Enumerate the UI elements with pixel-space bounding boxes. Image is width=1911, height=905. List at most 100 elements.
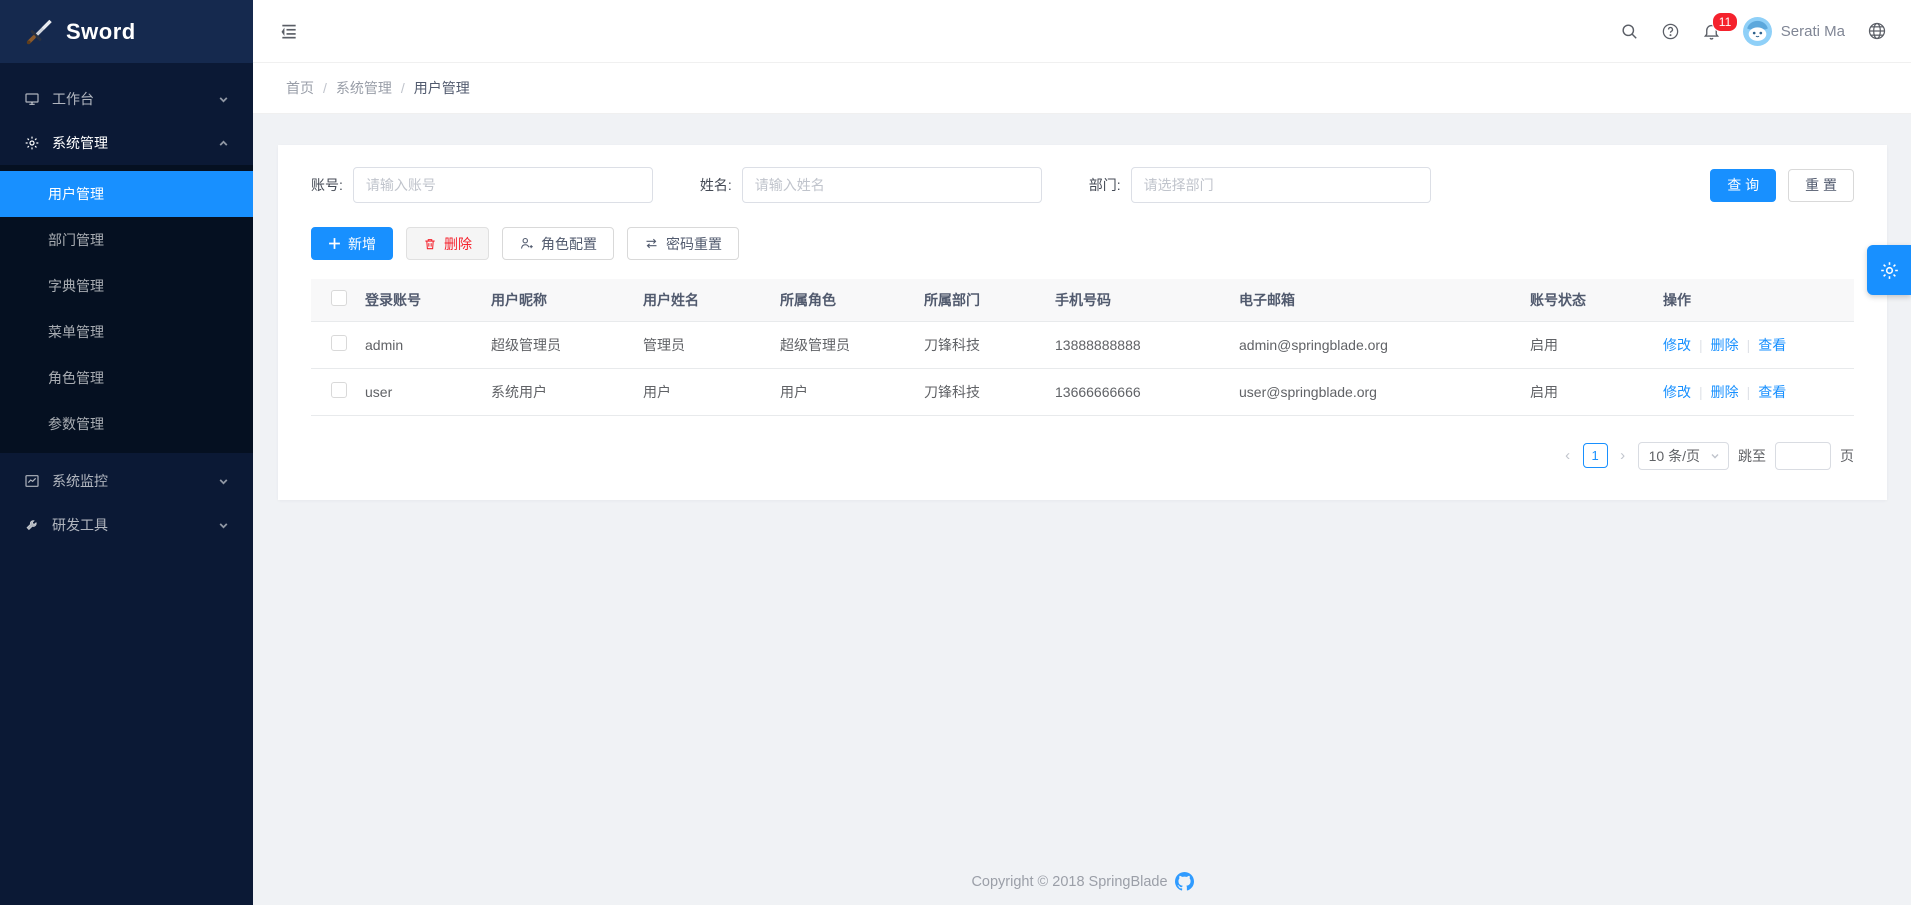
sidebar-item-role-mgmt[interactable]: 角色管理 [0,355,253,401]
cell-name: 管理员 [637,321,774,368]
row-checkbox[interactable] [331,335,347,351]
breadcrumb-separator: / [401,80,405,96]
sidebar-item-monitor[interactable]: 系统监控 [0,459,253,503]
chevron-down-icon [218,520,229,531]
sidebar-item-menu-mgmt[interactable]: 菜单管理 [0,309,253,355]
delete-link[interactable]: 删除 [1711,384,1739,400]
cell-email: admin@springblade.org [1233,321,1524,368]
cell-nickname: 超级管理员 [485,321,637,368]
col-login-account: 登录账号 [359,279,485,321]
github-icon[interactable] [1175,872,1194,891]
name-group: 姓名: [700,167,1042,203]
chevron-down-icon [1710,451,1720,461]
col-actions: 操作 [1657,279,1854,321]
search-button[interactable]: 查 询 [1710,169,1776,202]
edit-link[interactable]: 修改 [1663,384,1691,400]
breadcrumb-system-mgmt[interactable]: 系统管理 [336,78,392,98]
jump-page-input[interactable] [1775,442,1831,470]
app-logo[interactable]: Sword [0,0,253,63]
pagination: ‹ 1 › 10 条/页 跳至 页 [311,442,1854,470]
col-role: 所属角色 [774,279,918,321]
table-row: admin 超级管理员 管理员 超级管理员 刀锋科技 13888888888 a… [311,321,1854,368]
chevron-up-icon [218,138,229,149]
col-nickname: 用户昵称 [485,279,637,321]
search-form: 账号: 姓名: 部门: 查 询 重 置 [311,167,1854,203]
sidebar-item-dept-mgmt[interactable]: 部门管理 [0,217,253,263]
breadcrumb-current: 用户管理 [414,78,470,98]
user-name: Serati Ma [1781,23,1845,40]
col-user-name: 用户姓名 [637,279,774,321]
sidebar-item-user-mgmt[interactable]: 用户管理 [0,171,253,217]
menu-fold-icon[interactable] [279,21,299,41]
page-size-select[interactable]: 10 条/页 [1638,442,1729,470]
page-number[interactable]: 1 [1583,443,1608,468]
name-label: 姓名: [700,175,732,195]
page-footer: Copyright © 2018 SpringBlade [278,862,1887,905]
sidebar-item-dict-mgmt[interactable]: 字典管理 [0,263,253,309]
name-input[interactable] [742,167,1042,203]
breadcrumb-home[interactable]: 首页 [286,78,314,98]
view-link[interactable]: 查看 [1758,384,1786,400]
sword-dagger-icon [24,17,54,47]
role-config-button[interactable]: 角色配置 [502,227,614,260]
sidebar-item-dev-tools[interactable]: 研发工具 [0,503,253,547]
reset-button[interactable]: 重 置 [1788,169,1854,202]
sidebar-nav: 工作台 系统管理 用户管理 部门管理 字典管理 菜单管理 角色管理 参数管理 系… [0,63,253,547]
jump-label: 跳至 [1738,446,1766,466]
plus-icon [328,237,341,250]
breadcrumb-separator: / [323,80,327,96]
account-label: 账号: [311,175,343,195]
delete-link[interactable]: 删除 [1711,337,1739,353]
dept-select[interactable] [1131,167,1431,203]
sidebar-item-label: 系统管理 [52,133,206,153]
cell-email: user@springblade.org [1233,368,1524,415]
delete-button[interactable]: 删除 [406,227,489,260]
toolbar: 新增 删除 角色配置 密码重置 [311,227,1854,260]
prev-page-button[interactable]: ‹ [1562,447,1574,464]
user-plus-icon [519,236,534,251]
form-actions: 查 询 重 置 [1710,169,1854,202]
col-status: 账号状态 [1524,279,1657,321]
password-reset-button[interactable]: 密码重置 [627,227,739,260]
cell-phone: 13666666666 [1049,368,1233,415]
chevron-down-icon [218,94,229,105]
dept-group: 部门: [1089,167,1431,203]
select-all-checkbox[interactable] [331,290,347,306]
account-input[interactable] [353,167,653,203]
notification-bell-icon[interactable]: 11 [1702,22,1721,41]
chevron-down-icon [218,476,229,487]
edit-link[interactable]: 修改 [1663,337,1691,353]
help-icon[interactable] [1661,22,1680,41]
cell-dept: 刀锋科技 [918,321,1049,368]
account-group: 账号: [311,167,653,203]
view-link[interactable]: 查看 [1758,337,1786,353]
main-area: 11 Serati Ma 首 [253,0,1911,905]
col-dept: 所属部门 [918,279,1049,321]
search-icon[interactable] [1620,22,1639,41]
system-mgmt-submenu: 用户管理 部门管理 字典管理 菜单管理 角色管理 参数管理 [0,165,253,453]
row-checkbox[interactable] [331,382,347,398]
user-table: 登录账号 用户昵称 用户姓名 所属角色 所属部门 手机号码 电子邮箱 账号状态 … [311,279,1854,416]
sidebar-item-workbench[interactable]: 工作台 [0,77,253,121]
user-menu[interactable]: Serati Ma [1743,17,1845,46]
table-header-row: 登录账号 用户昵称 用户姓名 所属角色 所属部门 手机号码 电子邮箱 账号状态 … [311,279,1854,321]
add-button[interactable]: 新增 [311,227,393,260]
monitor-icon [24,91,40,107]
theme-settings-button[interactable] [1867,245,1911,295]
cell-phone: 13888888888 [1049,321,1233,368]
wrench-icon [24,517,40,533]
sidebar-item-param-mgmt[interactable]: 参数管理 [0,401,253,447]
language-globe-icon[interactable] [1867,21,1887,41]
user-mgmt-card: 账号: 姓名: 部门: 查 询 重 置 [278,145,1887,500]
cell-actions: 修改|删除|查看 [1657,368,1854,415]
col-email: 电子邮箱 [1233,279,1524,321]
notification-badge: 11 [1712,12,1738,32]
sidebar-item-label: 系统监控 [52,471,206,491]
dept-label: 部门: [1089,175,1121,195]
col-phone: 手机号码 [1049,279,1233,321]
sidebar-item-system-mgmt[interactable]: 系统管理 [0,121,253,165]
header-actions: 11 Serati Ma [1620,17,1887,46]
app-title: Sword [66,19,136,45]
gear-icon [1879,260,1900,281]
next-page-button[interactable]: › [1617,447,1629,464]
